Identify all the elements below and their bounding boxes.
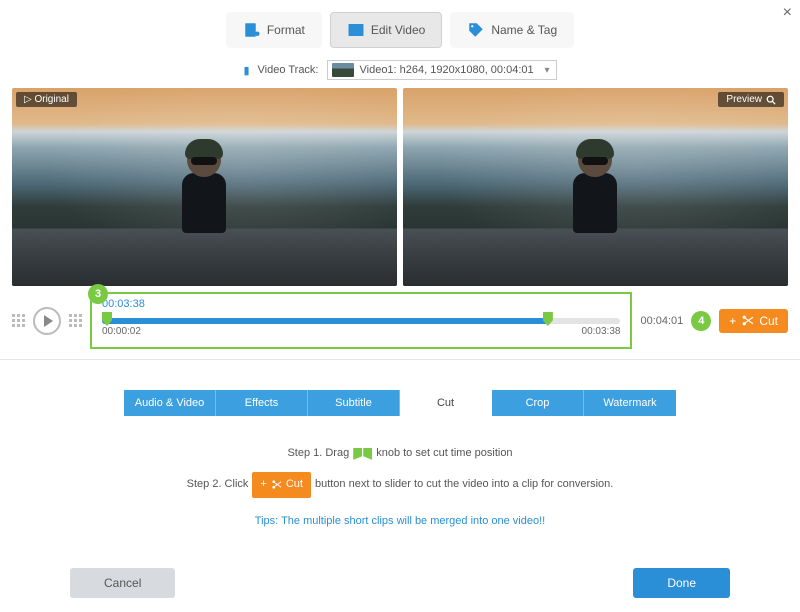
original-preview: ▷ Original (12, 88, 397, 286)
step2-text-a: Step 2. Click (187, 475, 249, 495)
step2-text-b: button next to slider to cut the video i… (315, 475, 613, 495)
subtab-cut[interactable]: Cut (400, 390, 492, 416)
cut-inline-label: Cut (286, 475, 303, 495)
subtab-crop[interactable]: Crop (492, 390, 584, 416)
edit-sub-tabs: Audio & Video Effects Subtitle Cut Crop … (0, 390, 800, 416)
scissors-icon (271, 479, 282, 490)
subtab-audio-video[interactable]: Audio & Video (124, 390, 216, 416)
cut-button[interactable]: + Cut (719, 309, 788, 333)
cut-button-label: Cut (759, 314, 778, 328)
top-tabs: Format Edit Video Name & Tag (0, 0, 800, 56)
tab-name-tag[interactable]: Name & Tag (450, 12, 574, 48)
timeline-track[interactable] (102, 318, 620, 324)
annotation-badge-3: 3 (88, 284, 108, 304)
tab-name-tag-label: Name & Tag (491, 23, 557, 37)
cut-end-time: 00:03:38 (582, 326, 621, 337)
dialog-buttons: Cancel Done (0, 568, 800, 598)
tab-format-label: Format (267, 23, 305, 37)
magnify-icon (766, 95, 776, 105)
step1-text-a: Step 1. Drag (287, 444, 349, 464)
subtab-effects[interactable]: Effects (216, 390, 308, 416)
cut-start-time: 00:00:02 (102, 326, 141, 337)
cut-slider-zone: 00:03:38 00:00:02 00:03:38 (90, 292, 632, 349)
time-total: 00:04:01 (640, 315, 683, 327)
video-track-row: ▮ Video Track: Video1: h264, 1920x1080, … (0, 56, 800, 88)
annotation-badge-4: 4 (691, 311, 711, 331)
instructions-panel: Step 1. Drag knob to set cut time positi… (0, 416, 800, 541)
subtab-subtitle[interactable]: Subtitle (308, 390, 400, 416)
grip-icon[interactable] (12, 314, 25, 327)
tab-edit-video-label: Edit Video (371, 23, 426, 37)
add-icon: + (729, 314, 736, 328)
timeline-fill (102, 318, 548, 324)
cancel-button[interactable]: Cancel (70, 568, 175, 598)
done-button[interactable]: Done (633, 568, 730, 598)
output-preview: Preview (403, 88, 788, 286)
tab-edit-video[interactable]: Edit Video (330, 12, 443, 48)
preview-badge-label: Preview (726, 94, 762, 105)
video-track-label: Video Track: (258, 64, 319, 76)
cut-inline-badge: + Cut (252, 472, 311, 498)
add-icon: + (260, 475, 266, 495)
original-badge: ▷ Original (16, 92, 77, 107)
time-current: 00:03:38 (102, 298, 145, 310)
play-button[interactable] (33, 307, 61, 335)
video-track-select[interactable]: Video1: h264, 1920x1080, 00:04:01 (327, 60, 557, 80)
preview-badge[interactable]: Preview (718, 92, 784, 107)
playback-controls: 3 00:03:38 00:00:02 00:03:38 00:04:01 4 … (0, 286, 800, 353)
preview-area: ▷ Original Preview (0, 88, 800, 286)
subtab-watermark[interactable]: Watermark (584, 390, 676, 416)
track-thumbnail-icon (332, 63, 354, 77)
edit-video-icon (347, 21, 365, 39)
video-track-selected: Video1: h264, 1920x1080, 00:04:01 (360, 64, 534, 76)
close-button[interactable]: × (783, 4, 792, 22)
scissors-icon (741, 314, 754, 327)
knob-icon (353, 448, 372, 460)
tab-format[interactable]: Format (226, 12, 322, 48)
step1-text-b: knob to set cut time position (376, 444, 512, 464)
grip-icon[interactable] (69, 314, 82, 327)
format-icon (243, 21, 261, 39)
name-tag-icon (467, 21, 485, 39)
tips-text: Tips: The multiple short clips will be m… (40, 512, 760, 532)
